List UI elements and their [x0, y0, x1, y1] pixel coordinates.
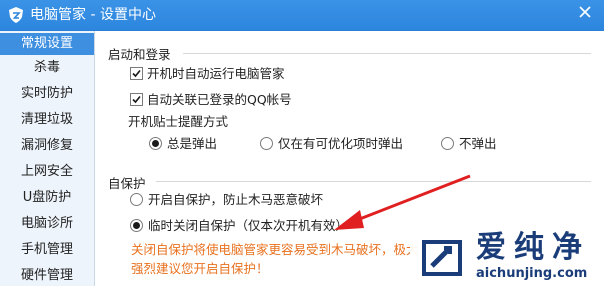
radio-always[interactable]: [149, 137, 162, 150]
sidebar-item-antivirus[interactable]: 杀毒: [0, 57, 94, 79]
sidebar-item-realtime-protection[interactable]: 实时防护: [0, 83, 94, 105]
auto-run-checkbox-row[interactable]: 开机时自动运行电脑管家: [130, 65, 285, 83]
auto-link-qq-checkbox[interactable]: [130, 93, 143, 106]
tips-mode-title: 开机贴士提醒方式: [128, 114, 229, 129]
window-title: 电脑管家 - 设置中心: [30, 7, 156, 23]
auto-link-qq-label: 自动关联已登录的QQ帐号: [147, 92, 292, 107]
sidebar-item-cleanup[interactable]: 清理垃圾: [0, 109, 94, 131]
radio-self-protect-on[interactable]: [130, 193, 143, 206]
tips-option-always[interactable]: 总是弹出: [149, 135, 217, 153]
self-protect-warning-line2: 强烈建议您开启自保护！: [131, 261, 269, 276]
startup-section-title: 启动和登录: [108, 47, 171, 62]
tips-option-optimizable-label: 仅在有可优化项时弹出: [278, 136, 404, 151]
self-protect-section-title: 自保护: [108, 176, 146, 191]
self-protect-off-option[interactable]: 临时关闭自保护（仅本次开机有效）: [130, 217, 348, 235]
watermark-text: 爱纯净: [476, 230, 590, 265]
section-divider: [183, 53, 591, 54]
sidebar-item-vulnerability-fix[interactable]: 漏洞修复: [0, 135, 94, 157]
auto-run-label: 开机时自动运行电脑管家: [147, 66, 285, 81]
self-protect-warning: 关闭自保护将使电脑管家更容易受到木马破坏，极大: [131, 242, 419, 257]
radio-optimizable[interactable]: [260, 137, 273, 150]
sidebar-item-web-security[interactable]: 上网安全: [0, 161, 94, 183]
watermark-domain: aichunjing.com: [476, 266, 588, 281]
tips-option-never[interactable]: 不弹出: [441, 135, 497, 153]
watermark-logo-icon: [422, 240, 462, 276]
self-protect-on-option[interactable]: 开启自保护，防止木马恶意破坏: [130, 191, 323, 209]
check-icon: [132, 69, 141, 78]
auto-run-checkbox[interactable]: [130, 67, 143, 80]
sidebar-item-general[interactable]: 常规设置: [0, 33, 94, 55]
radio-never[interactable]: [441, 137, 454, 150]
self-protect-off-label: 临时关闭自保护（仅本次开机有效）: [148, 218, 349, 233]
sidebar-item-pc-clinic[interactable]: 电脑诊所: [0, 213, 94, 235]
sidebar-item-phone-management[interactable]: 手机管理: [0, 239, 94, 261]
tips-option-never-label: 不弹出: [459, 136, 497, 151]
self-protect-on-label: 开启自保护，防止木马恶意破坏: [148, 192, 324, 207]
check-icon: [132, 95, 141, 104]
shield-icon: [9, 7, 23, 23]
close-button[interactable]: [572, 1, 598, 25]
auto-link-qq-checkbox-row[interactable]: 自动关联已登录的QQ帐号: [130, 91, 292, 109]
radio-self-protect-off[interactable]: [130, 219, 143, 232]
close-icon: [579, 6, 591, 18]
tips-option-optimizable[interactable]: 仅在有可优化项时弹出: [260, 135, 403, 153]
title-bar: 电脑管家 - 设置中心: [0, 0, 604, 31]
sidebar-item-usb-protection[interactable]: U盘防护: [0, 187, 94, 209]
watermark: 爱纯净 aichunjing.com: [410, 228, 604, 286]
sidebar-item-hardware-management[interactable]: 硬件管理: [0, 265, 94, 287]
tips-option-always-label: 总是弹出: [167, 136, 218, 151]
sidebar: 常规设置 杀毒 实时防护 清理垃圾 漏洞修复 上网安全 U盘防护 电脑诊所 手机…: [0, 31, 95, 286]
